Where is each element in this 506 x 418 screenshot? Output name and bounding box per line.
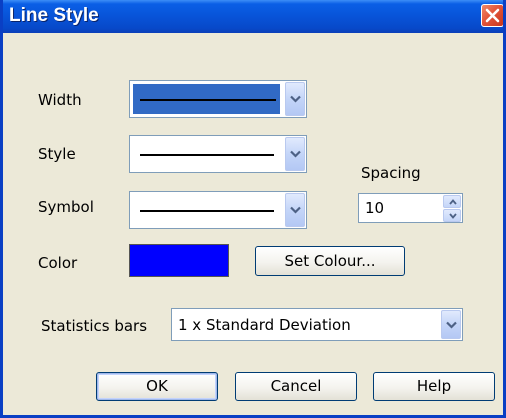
cancel-button[interactable]: Cancel (235, 372, 357, 401)
statistics-bars-label: Statistics bars (41, 317, 148, 335)
title-bar[interactable]: Line Style (3, 0, 503, 33)
statistics-dropdown-button[interactable] (441, 310, 461, 339)
color-label: Color (38, 254, 78, 272)
symbol-line-sample (140, 210, 274, 212)
spacing-value[interactable]: 10 (365, 199, 384, 217)
chevron-down-icon (446, 321, 457, 329)
style-dropdown-button[interactable] (285, 137, 305, 171)
symbol-dropdown-button[interactable] (285, 193, 305, 227)
chevron-down-icon (290, 206, 301, 214)
line-style-dialog: Line Style Width Style Spacing 10 Symbol… (0, 0, 506, 418)
style-combo[interactable] (129, 135, 307, 173)
color-swatch (129, 244, 229, 277)
spin-up-button[interactable] (443, 195, 461, 208)
help-button[interactable]: Help (373, 372, 495, 401)
close-icon (485, 8, 500, 23)
symbol-label: Symbol (38, 198, 94, 216)
style-line-sample (140, 154, 274, 156)
chevron-down-icon (290, 150, 301, 158)
statistics-bars-value: 1 x Standard Deviation (178, 315, 351, 334)
spin-down-button[interactable] (443, 209, 461, 222)
width-combo[interactable] (129, 80, 307, 118)
close-button[interactable] (481, 4, 503, 27)
chevron-up-icon (449, 199, 457, 205)
set-colour-button[interactable]: Set Colour... (255, 246, 405, 276)
ok-button[interactable]: OK (96, 372, 218, 401)
spacing-spinner[interactable]: 10 (358, 193, 463, 223)
width-dropdown-button[interactable] (285, 82, 305, 116)
dialog-title: Line Style (9, 5, 99, 26)
spacing-label: Spacing (361, 164, 421, 182)
chevron-down-icon (449, 213, 457, 219)
symbol-combo[interactable] (129, 191, 307, 229)
width-line-sample (140, 99, 276, 101)
statistics-bars-combo[interactable]: 1 x Standard Deviation (171, 308, 463, 341)
style-label: Style (38, 145, 76, 163)
width-label: Width (38, 91, 82, 109)
spinner-buttons (443, 195, 461, 222)
chevron-down-icon (290, 95, 301, 103)
